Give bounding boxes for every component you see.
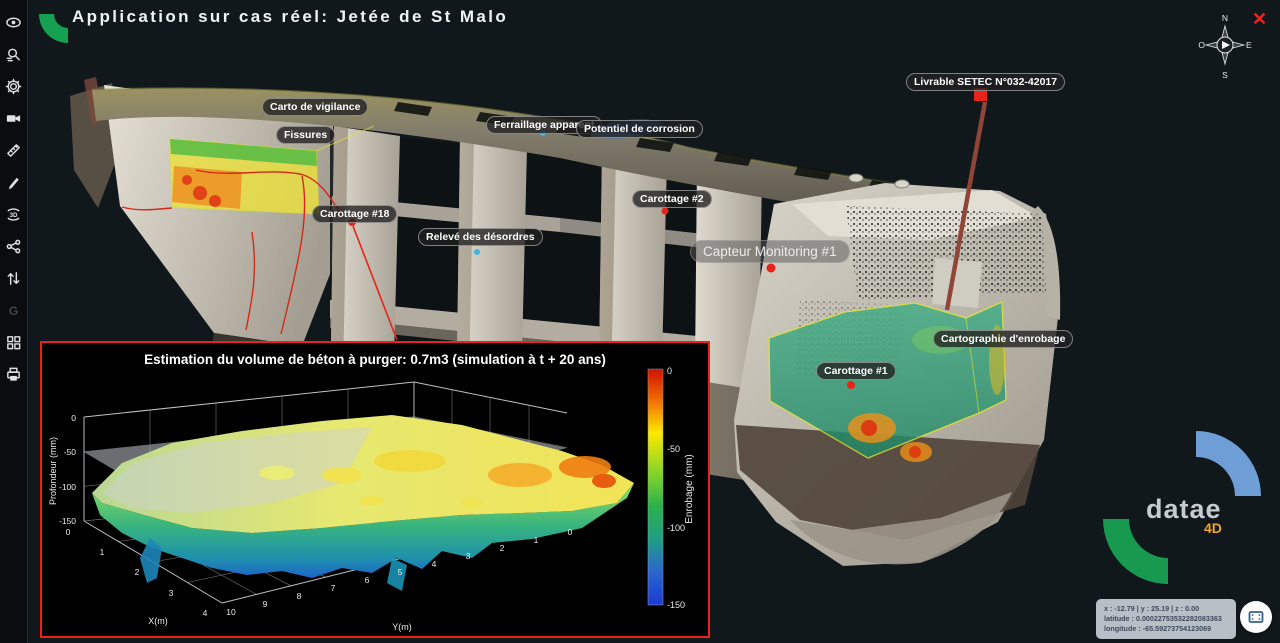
chart-title: Estimation du volume de béton à purger: … xyxy=(144,352,606,367)
video-camera-icon[interactable] xyxy=(0,102,27,134)
x-tick: 4 xyxy=(203,608,208,618)
colorbar xyxy=(648,369,663,605)
y-tick: 10 xyxy=(226,607,236,617)
grid-apps-icon[interactable] xyxy=(0,326,27,358)
coords-latitude: latitude : 0.00022753532282083363 xyxy=(1104,614,1228,624)
logo-sub-text: 4D xyxy=(1204,520,1222,536)
search-model-icon[interactable] xyxy=(0,38,27,70)
annotation-carottage-1[interactable]: Carottage #1 xyxy=(816,362,896,380)
viewer-app: N S E O datae 4D xyxy=(0,0,1280,643)
marker-carottage-1[interactable] xyxy=(847,381,855,389)
coords-xyz: x : -12.79 | y : 25.19 | z : 0.00 xyxy=(1104,604,1228,614)
z-tick: -150 xyxy=(59,516,76,526)
y-tick: 9 xyxy=(263,599,268,609)
z-tick: 0 xyxy=(71,413,76,423)
surface-chart-panel[interactable]: Estimation du volume de béton à purger: … xyxy=(40,341,710,638)
measure-ruler-icon[interactable] xyxy=(0,134,27,166)
annotation-cartographie-enrobage[interactable]: Cartographie d'enrobage xyxy=(933,330,1073,348)
annotation-carto-vigilance[interactable]: Carto de vigilance xyxy=(262,98,368,116)
y-tick: 2 xyxy=(500,543,505,553)
page-title: Application sur cas réel: Jetée de St Ma… xyxy=(72,7,508,27)
y-axis-label: Y(m) xyxy=(392,622,412,632)
z-axis-label: Profondeur (mm) xyxy=(48,437,58,505)
y-tick: 7 xyxy=(331,583,336,593)
annotation-releve-desordres[interactable]: Relevé des désordres xyxy=(418,228,543,246)
svg-text:3D: 3D xyxy=(10,211,18,218)
colorbar-label: Enrobage (mm) xyxy=(684,454,695,523)
z-tick: -100 xyxy=(59,482,76,492)
colorbar-tick: -50 xyxy=(667,444,680,454)
marker-capteur-monitoring[interactable] xyxy=(767,264,776,273)
rotate-3d-icon[interactable]: 3D xyxy=(0,198,27,230)
colorbar-tick: 0 xyxy=(667,366,672,376)
share-icon[interactable] xyxy=(0,230,27,262)
compass-o: O xyxy=(1198,40,1205,50)
annotation-potentiel-corrosion[interactable]: Potentiel de corrosion xyxy=(576,120,703,138)
close-icon[interactable]: ✕ xyxy=(1252,10,1267,28)
x-axis-label: X(m) xyxy=(148,616,168,626)
marker-carottage-2[interactable] xyxy=(662,208,669,215)
x-tick: 1 xyxy=(100,547,105,557)
geo-g-icon[interactable]: G xyxy=(0,294,27,326)
coordinates-panel: x : -12.79 | y : 25.19 | z : 0.00 latitu… xyxy=(1096,599,1236,639)
y-tick: 1 xyxy=(534,535,539,545)
x-tick: 2 xyxy=(135,567,140,577)
annotation-capteur-monitoring[interactable]: Capteur Monitoring #1 xyxy=(690,240,850,263)
colorbar-tick: -100 xyxy=(667,523,685,533)
annotation-livrable-setec[interactable]: Livrable SETEC N°032-42017 xyxy=(906,73,1065,91)
y-tick: 5 xyxy=(398,567,403,577)
annotation-carottage-18[interactable]: Carottage #18 xyxy=(312,205,397,223)
x-tick: 3 xyxy=(169,588,174,598)
y-tick: 4 xyxy=(432,559,437,569)
x-tick: 0 xyxy=(66,527,71,537)
annotation-carottage-2[interactable]: Carottage #2 xyxy=(632,190,712,208)
z-tick: -50 xyxy=(64,447,77,457)
y-tick: 8 xyxy=(297,591,302,601)
surface-chart: Estimation du volume de béton à purger: … xyxy=(42,343,708,636)
eye-icon[interactable] xyxy=(0,6,27,38)
toolbar-sidebar: 3D G xyxy=(0,0,28,643)
fullscreen-button[interactable] xyxy=(1240,601,1272,633)
marker-releve-desordres[interactable] xyxy=(474,249,480,255)
fullscreen-icon xyxy=(1247,608,1265,626)
compass-s: S xyxy=(1222,70,1228,80)
svg-text:G: G xyxy=(9,303,19,317)
coords-longitude: longitude : -65.59273754123069 xyxy=(1104,624,1228,634)
y-tick: 3 xyxy=(466,551,471,561)
settings-gear-icon[interactable] xyxy=(0,70,27,102)
y-tick: 0 xyxy=(568,527,573,537)
compass-n: N xyxy=(1222,13,1228,23)
draw-pencil-icon[interactable] xyxy=(0,166,27,198)
sort-arrows-icon[interactable] xyxy=(0,262,27,294)
y-tick: 6 xyxy=(365,575,370,585)
colorbar-tick: -150 xyxy=(667,600,685,610)
compass-e: E xyxy=(1246,40,1252,50)
print-icon[interactable] xyxy=(0,358,27,390)
annotation-fissures[interactable]: Fissures xyxy=(276,126,335,144)
